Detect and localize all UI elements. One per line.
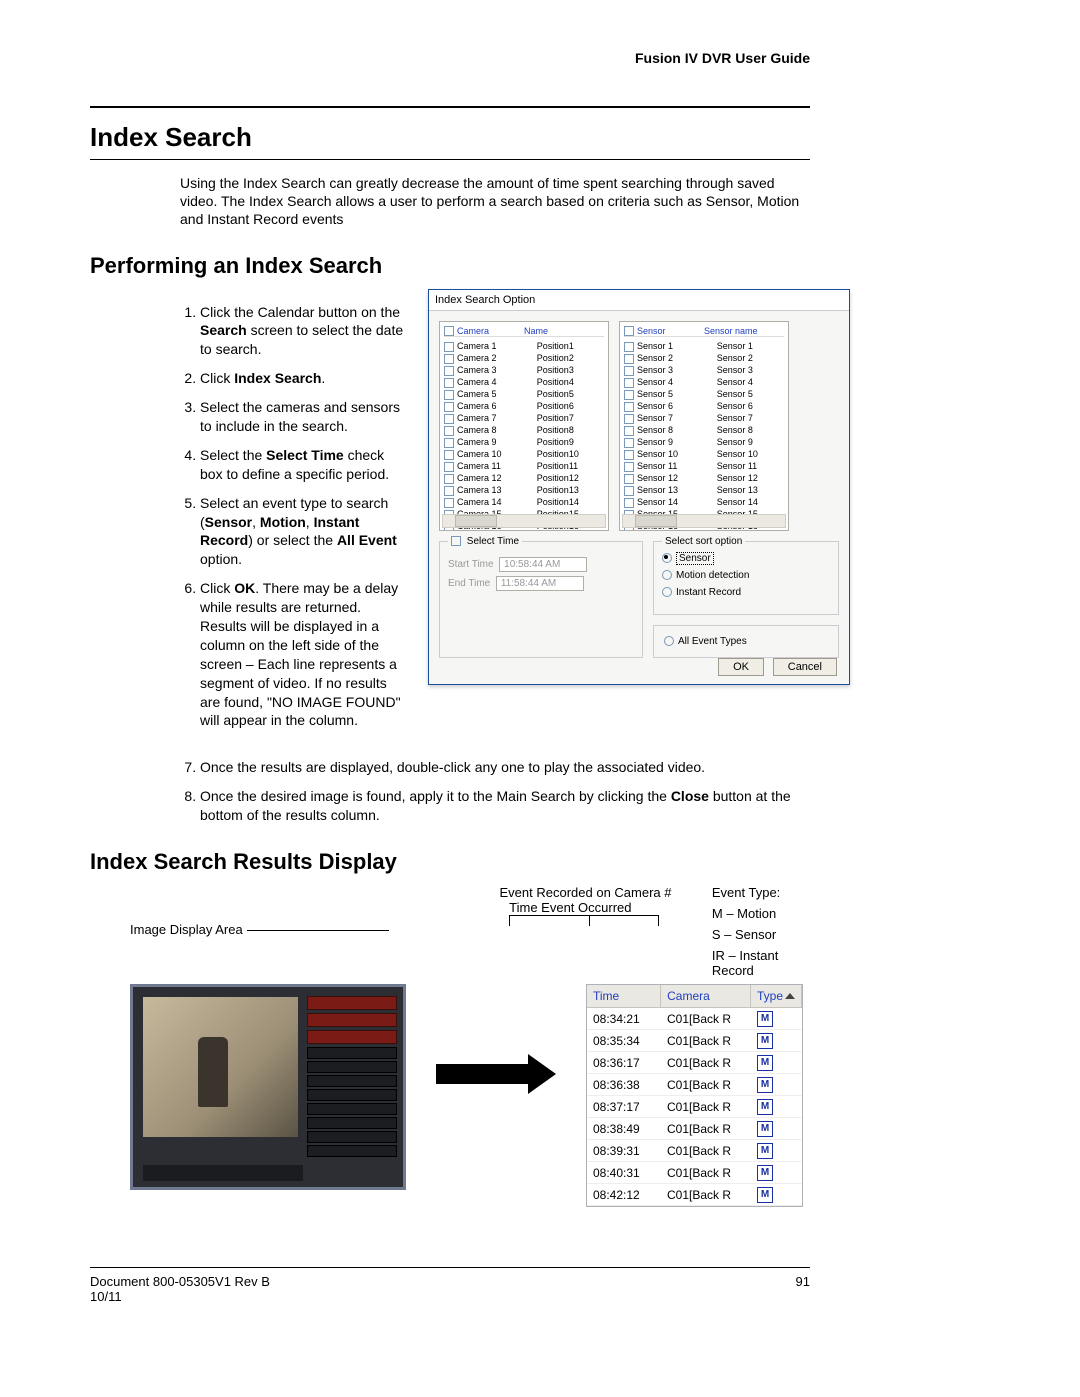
annot-image-area: Image Display Area — [130, 922, 243, 937]
start-time-label: Start Time — [448, 559, 494, 570]
results-row[interactable]: 08:37:17C01[Back RM — [587, 1096, 802, 1118]
footer-date: 10/11 — [90, 1289, 270, 1304]
results-row[interactable]: 08:38:49C01[Back RM — [587, 1118, 802, 1140]
sensor-row[interactable]: Sensor 2Sensor 2 — [624, 352, 784, 364]
sort-option-group: Select sort option Sensor Motion detecti… — [653, 541, 839, 615]
sensor-row[interactable]: Sensor 11Sensor 11 — [624, 460, 784, 472]
results-row[interactable]: 08:40:31C01[Back RM — [587, 1162, 802, 1184]
sensor-row[interactable]: Sensor 13Sensor 13 — [624, 484, 784, 496]
camera-row[interactable]: Camera 9Position9 — [444, 436, 604, 448]
annot-time-occurred: Time Event Occurred — [509, 900, 631, 915]
section-heading-performing: Performing an Index Search — [90, 253, 810, 279]
select-time-checkbox[interactable] — [451, 536, 461, 546]
camera-row[interactable]: Camera 13Position13 — [444, 484, 604, 496]
camera-row[interactable]: Camera 12Position12 — [444, 472, 604, 484]
step-4: Select the Select Time check box to defi… — [200, 446, 410, 484]
page-title: Index Search — [90, 122, 810, 153]
footer-doc-id: Document 800-05305V1 Rev B — [90, 1274, 270, 1289]
ok-button[interactable]: OK — [718, 658, 764, 676]
section-heading-results: Index Search Results Display — [90, 849, 810, 875]
page-footer: Document 800-05305V1 Rev B 10/11 91 — [90, 1267, 810, 1304]
results-row[interactable]: 08:42:12C01[Back RM — [587, 1184, 802, 1206]
camera-row[interactable]: Camera 5Position5 — [444, 388, 604, 400]
radio-all-event[interactable]: All Event Types — [664, 636, 828, 647]
col-type[interactable]: Type — [751, 985, 802, 1007]
divider — [90, 106, 810, 108]
footer-page-number: 91 — [796, 1274, 810, 1304]
sensor-row[interactable]: Sensor 14Sensor 14 — [624, 496, 784, 508]
divider — [90, 159, 810, 160]
camera-row[interactable]: Camera 8Position8 — [444, 424, 604, 436]
cancel-button[interactable]: Cancel — [773, 658, 837, 676]
step-8: Once the desired image is found, apply i… — [200, 787, 810, 825]
results-row[interactable]: 08:36:17C01[Back RM — [587, 1052, 802, 1074]
header-guide-title: Fusion IV DVR User Guide — [90, 50, 810, 66]
sensor-row[interactable]: Sensor 7Sensor 7 — [624, 412, 784, 424]
results-row[interactable]: 08:36:38C01[Back RM — [587, 1074, 802, 1096]
all-event-group: All Event Types — [653, 625, 839, 658]
intro-paragraph: Using the Index Search can greatly decre… — [180, 174, 810, 229]
results-row[interactable]: 08:35:34C01[Back RM — [587, 1030, 802, 1052]
step-2: Click Index Search. — [200, 369, 410, 388]
camera-row[interactable]: Camera 4Position4 — [444, 376, 604, 388]
sensor-row[interactable]: Sensor 10Sensor 10 — [624, 448, 784, 460]
step-1: Click the Calendar button on the Search … — [200, 303, 410, 360]
end-time-label: End Time — [448, 578, 490, 589]
end-time-field[interactable]: 11:58:44 AM — [496, 576, 584, 591]
motion-icon: M — [757, 1011, 773, 1027]
motion-icon: M — [757, 1055, 773, 1071]
step-3: Select the cameras and sensors to includ… — [200, 398, 410, 436]
step-5: Select an event type to search (Sensor, … — [200, 494, 410, 570]
motion-icon: M — [757, 1187, 773, 1203]
results-table: Time Camera Type 08:34:21C01[Back RM08:3… — [586, 984, 803, 1207]
zoom-arrow-icon — [436, 1054, 556, 1094]
col-time[interactable]: Time — [587, 985, 661, 1007]
sort-ascending-icon — [785, 993, 795, 999]
camera-listbox[interactable]: CameraName Camera 1Position1Camera 2Posi… — [439, 321, 609, 531]
results-row[interactable]: 08:34:21C01[Back RM — [587, 1008, 802, 1030]
radio-motion[interactable]: Motion detection — [662, 570, 830, 581]
camera-row[interactable]: Camera 1Position1 — [444, 340, 604, 352]
radio-instant[interactable]: Instant Record — [662, 587, 830, 598]
sensor-row[interactable]: Sensor 12Sensor 12 — [624, 472, 784, 484]
sensor-row[interactable]: Sensor 4Sensor 4 — [624, 376, 784, 388]
camera-row[interactable]: Camera 3Position3 — [444, 364, 604, 376]
results-row[interactable]: 08:39:31C01[Back RM — [587, 1140, 802, 1162]
motion-icon: M — [757, 1121, 773, 1137]
annot-event-type: Event Type: M – Motion S – Sensor IR – I… — [712, 885, 810, 978]
camera-row[interactable]: Camera 2Position2 — [444, 352, 604, 364]
sensor-row[interactable]: Sensor 1Sensor 1 — [624, 340, 784, 352]
motion-icon: M — [757, 1033, 773, 1049]
sensor-row[interactable]: Sensor 8Sensor 8 — [624, 424, 784, 436]
step-7: Once the results are displayed, double-c… — [200, 758, 810, 777]
motion-icon: M — [757, 1165, 773, 1181]
sensor-row[interactable]: Sensor 3Sensor 3 — [624, 364, 784, 376]
sensor-row[interactable]: Sensor 5Sensor 5 — [624, 388, 784, 400]
sensor-listbox[interactable]: SensorSensor name Sensor 1Sensor 1Sensor… — [619, 321, 789, 531]
dialog-title: Index Search Option — [429, 290, 849, 311]
sensor-row[interactable]: Sensor 9Sensor 9 — [624, 436, 784, 448]
steps-list: Click the Calendar button on the Search … — [200, 303, 410, 731]
radio-sensor[interactable]: Sensor — [662, 553, 830, 564]
camera-row[interactable]: Camera 10Position10 — [444, 448, 604, 460]
camera-row[interactable]: Camera 14Position14 — [444, 496, 604, 508]
camera-row[interactable]: Camera 7Position7 — [444, 412, 604, 424]
motion-icon: M — [757, 1077, 773, 1093]
dvr-app-thumbnail — [130, 984, 406, 1190]
camera-row[interactable]: Camera 11Position11 — [444, 460, 604, 472]
index-search-dialog: Index Search Option CameraName Camera 1P… — [428, 289, 850, 685]
col-camera[interactable]: Camera — [661, 985, 751, 1007]
steps-list-cont: Once the results are displayed, double-c… — [200, 758, 810, 825]
annot-event-camera: Event Recorded on Camera # — [489, 885, 682, 900]
sensor-row[interactable]: Sensor 6Sensor 6 — [624, 400, 784, 412]
step-6: Click OK. There may be a delay while res… — [200, 579, 410, 730]
start-time-field[interactable]: 10:58:44 AM — [499, 557, 587, 572]
camera-row[interactable]: Camera 6Position6 — [444, 400, 604, 412]
camera-scrollbar[interactable] — [442, 514, 606, 528]
sensor-scrollbar[interactable] — [622, 514, 786, 528]
motion-icon: M — [757, 1099, 773, 1115]
select-time-group: Select Time Start Time 10:58:44 AM End T… — [439, 541, 643, 658]
motion-icon: M — [757, 1143, 773, 1159]
